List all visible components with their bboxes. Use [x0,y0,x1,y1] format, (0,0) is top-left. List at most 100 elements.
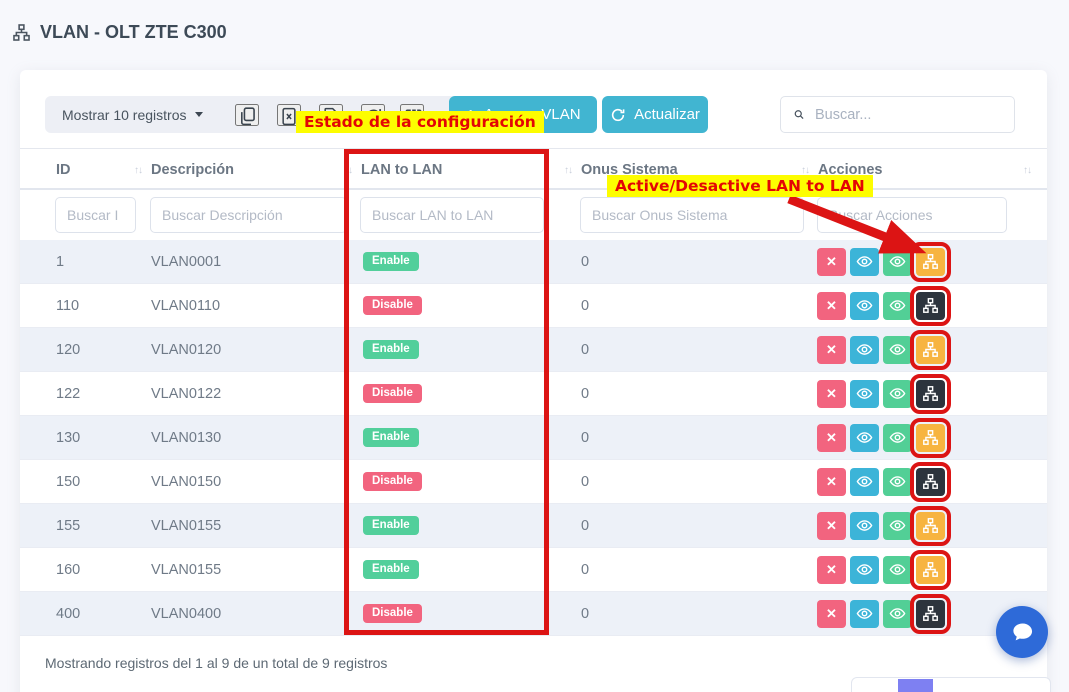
view-onus-button[interactable] [883,556,912,584]
sitemap-icon [922,561,939,578]
column-filter-input[interactable] [55,197,136,233]
annotation-config-label: Estado de la configuración [296,111,544,133]
search-box [780,96,1015,133]
cell-onus-sistema: 0 [578,562,815,578]
lan-to-lan-toggle-button[interactable] [916,468,945,496]
lan-to-lan-toggle-button[interactable] [916,380,945,408]
filter-row [20,190,1047,240]
eye-icon [856,385,873,402]
delete-vlan-button[interactable]: ✕ [817,600,846,628]
delete-vlan-button[interactable]: ✕ [817,512,846,540]
x-icon: ✕ [826,518,837,534]
sort-icons[interactable]: ↑↓ [564,165,572,176]
sort-icons[interactable]: ↑↓ [1023,165,1031,176]
table-row: 155 VLAN0155 Enable 0 ✕ [20,504,1047,548]
column-filter-input[interactable] [150,197,347,233]
view-onus-button[interactable] [883,248,912,276]
column-header[interactable]: ID ↑↓ [53,149,148,191]
actualizar-button[interactable]: Actualizar [602,96,708,133]
view-onus-button[interactable] [883,380,912,408]
lan-to-lan-toggle-button[interactable] [916,424,945,452]
cell-acciones: ✕ [815,424,1037,452]
view-vlan-button[interactable] [850,336,879,364]
cell-lan-to-lan: Disable [358,472,578,491]
cell-id: 122 [53,386,148,402]
search-icon [793,106,805,123]
table-row: 1 VLAN0001 Enable 0 ✕ [20,240,1047,284]
column-filter-input[interactable] [817,197,1007,233]
delete-vlan-button[interactable]: ✕ [817,380,846,408]
delete-vlan-button[interactable]: ✕ [817,424,846,452]
eye-icon [889,605,906,622]
cell-descripcion: VLAN0110 [148,298,358,314]
export-copy-button[interactable] [235,104,259,126]
table-row: 110 VLAN0110 Disable 0 ✕ [20,284,1047,328]
lan-to-lan-toggle-button[interactable] [916,556,945,584]
x-icon: ✕ [826,298,837,314]
cell-descripcion: VLAN0155 [148,562,358,578]
pagination-active-page[interactable] [898,679,933,692]
sort-icons[interactable]: ↑↓ [801,165,809,176]
column-filter-input[interactable] [580,197,804,233]
view-vlan-button[interactable] [850,600,879,628]
eye-icon [856,253,873,270]
view-onus-button[interactable] [883,292,912,320]
view-onus-button[interactable] [883,468,912,496]
cell-acciones: ✕ [815,292,1037,320]
delete-vlan-button[interactable]: ✕ [817,248,846,276]
length-menu-dropdown[interactable]: Mostrar 10 registros [62,96,203,133]
cell-descripcion: VLAN0120 [148,342,358,358]
eye-icon [856,517,873,534]
pagination [851,677,1051,692]
view-vlan-button[interactable] [850,556,879,584]
status-badge: Disable [363,604,422,623]
cell-lan-to-lan: Disable [358,384,578,403]
cell-lan-to-lan: Enable [358,428,578,447]
lan-to-lan-toggle-button[interactable] [916,248,945,276]
sort-icons[interactable]: ↑↓ [134,165,142,176]
view-onus-button[interactable] [883,512,912,540]
view-vlan-button[interactable] [850,512,879,540]
view-vlan-button[interactable] [850,424,879,452]
cell-descripcion: VLAN0150 [148,474,358,490]
view-vlan-button[interactable] [850,292,879,320]
cell-descripcion: VLAN0001 [148,254,358,270]
lan-to-lan-toggle-button[interactable] [916,512,945,540]
column-filter-input[interactable] [360,197,544,233]
chat-fab-button[interactable] [996,606,1048,658]
view-vlan-button[interactable] [850,380,879,408]
search-input[interactable] [815,107,1002,123]
delete-vlan-button[interactable]: ✕ [817,336,846,364]
column-header-label: Descripción [151,162,234,178]
column-header[interactable]: LAN to LAN ↑↓ [358,149,578,191]
cell-id: 155 [53,518,148,534]
cell-onus-sistema: 0 [578,254,815,270]
cell-id: 150 [53,474,148,490]
lan-to-lan-toggle-button[interactable] [916,600,945,628]
vlan-table-card: Mostrar 10 registros + Agregar VLAN Actu… [20,70,1047,692]
table-body: 1 VLAN0001 Enable 0 ✕ 11 [20,240,1047,636]
cell-id: 400 [53,606,148,622]
view-vlan-button[interactable] [850,248,879,276]
sort-icons[interactable]: ↑↓ [344,165,352,176]
delete-vlan-button[interactable]: ✕ [817,292,846,320]
lan-to-lan-toggle-button[interactable] [916,292,945,320]
x-icon: ✕ [826,474,837,490]
delete-vlan-button[interactable]: ✕ [817,468,846,496]
table-row: 160 VLAN0155 Enable 0 ✕ [20,548,1047,592]
view-onus-button[interactable] [883,424,912,452]
cell-descripcion: VLAN0400 [148,606,358,622]
status-badge: Enable [363,252,419,271]
eye-icon [856,297,873,314]
view-onus-button[interactable] [883,600,912,628]
column-header[interactable]: Descripción ↑↓ [148,149,358,191]
view-vlan-button[interactable] [850,468,879,496]
view-onus-button[interactable] [883,336,912,364]
cell-lan-to-lan: Disable [358,296,578,315]
cell-id: 120 [53,342,148,358]
delete-vlan-button[interactable]: ✕ [817,556,846,584]
cell-onus-sistema: 0 [578,298,815,314]
x-icon: ✕ [826,386,837,402]
eye-icon [856,605,873,622]
lan-to-lan-toggle-button[interactable] [916,336,945,364]
